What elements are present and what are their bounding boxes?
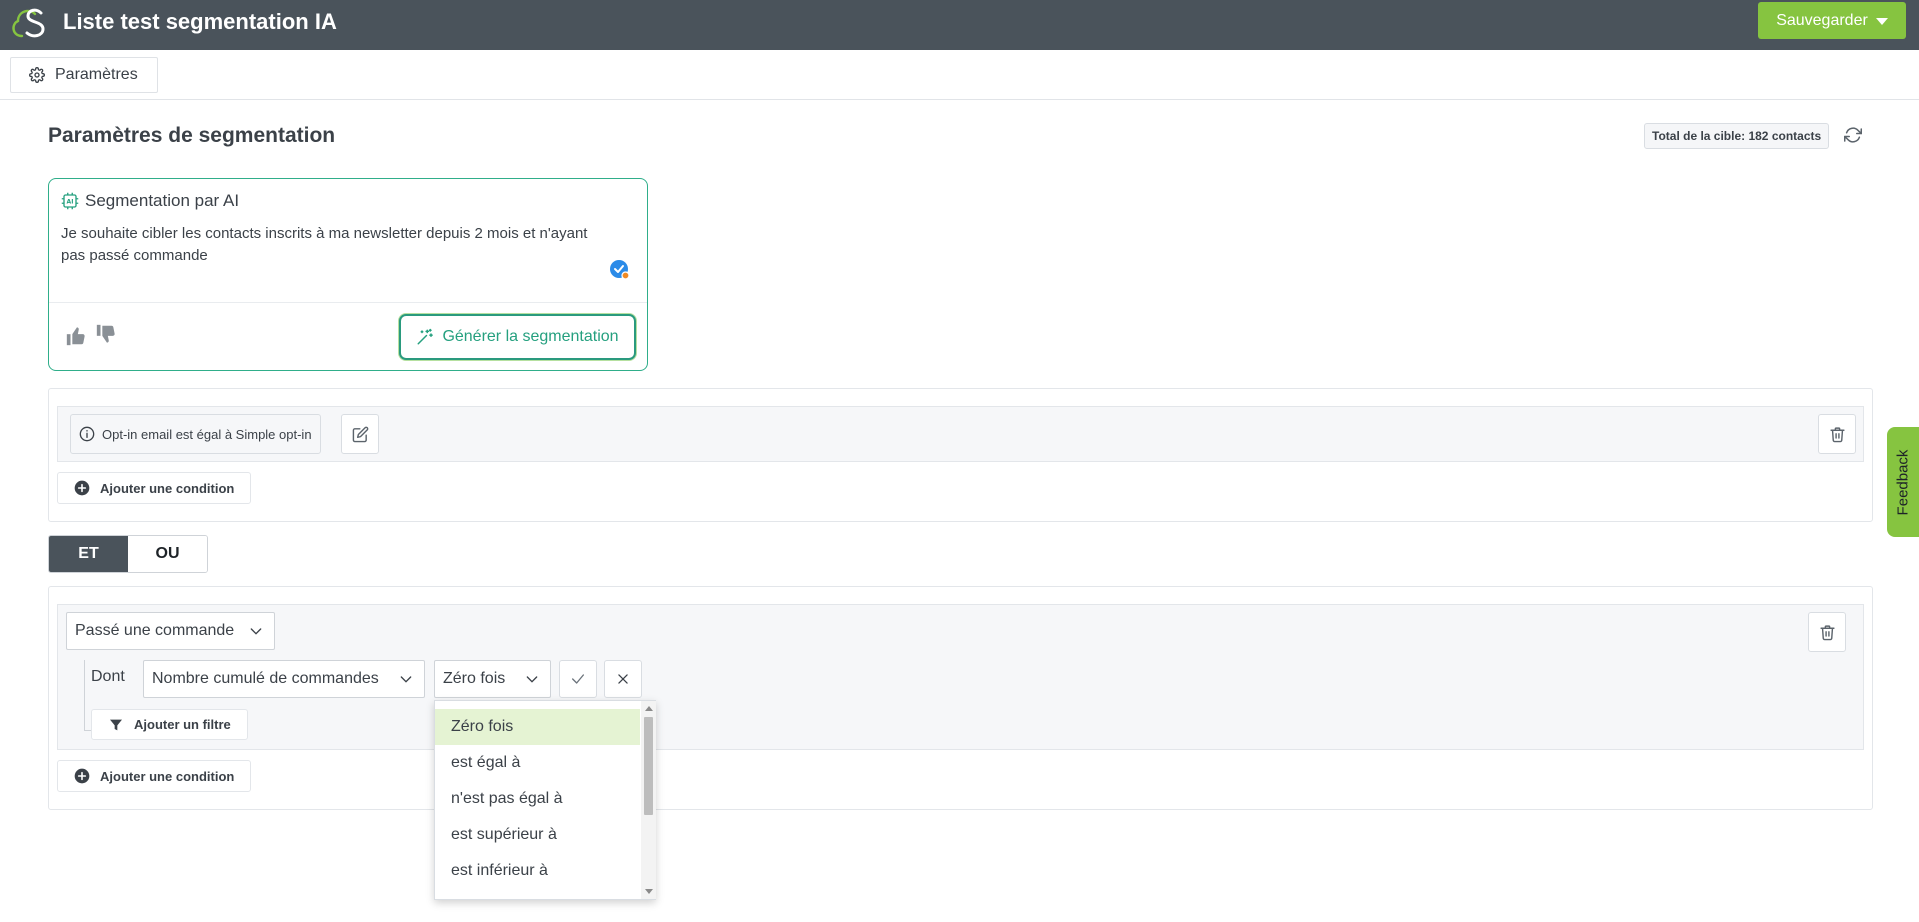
svg-text:AI: AI	[67, 199, 74, 206]
feedback-label: Feedback	[1894, 449, 1912, 515]
total-contacts-badge: Total de la cible: 182 contacts	[1644, 123, 1830, 149]
ai-card-heading: Segmentation par AI	[85, 191, 240, 210]
ai-chip-icon: AI	[61, 192, 79, 210]
info-icon	[79, 426, 95, 442]
confirm-filter-button[interactable]	[559, 660, 597, 698]
dropdown-option[interactable]: est supérieur à	[435, 817, 640, 853]
scroll-up-icon[interactable]	[645, 706, 653, 711]
trash-icon	[1819, 624, 1836, 641]
condition-group-1: Opt-in email est égal à Simple opt-in Aj…	[48, 388, 1873, 522]
grammar-check-icon[interactable]	[609, 259, 631, 281]
operator-dropdown-list[interactable]: Zéro fois est égal à n'est pas égal à es…	[434, 700, 656, 900]
add-condition-button-2[interactable]: Ajouter une condition	[57, 760, 252, 792]
filter-icon	[108, 717, 124, 733]
dropdown-option[interactable]: est égal à	[435, 745, 640, 781]
filter-field-select[interactable]: Nombre cumulé de commandes	[143, 660, 425, 698]
ai-card-header: AI Segmentation par AI	[61, 191, 239, 211]
dont-label: Dont	[91, 668, 125, 685]
plus-circle-icon	[74, 480, 90, 496]
gear-icon	[29, 67, 45, 83]
tab-label: Paramètres	[55, 66, 138, 83]
section-title: Paramètres de segmentation	[48, 124, 336, 147]
page-title: Liste test segmentation IA	[63, 9, 337, 34]
chevron-down-icon	[1875, 18, 1888, 25]
trash-icon	[1829, 426, 1846, 443]
tab-parametres[interactable]: Paramètres	[10, 57, 158, 93]
magic-wand-icon	[416, 328, 434, 346]
chevron-down-icon	[398, 671, 414, 687]
dropdown-scrollbar[interactable]	[641, 701, 656, 899]
top-bar: Liste test segmentation IA Sauvegarder	[0, 0, 1919, 50]
select-value: Zéro fois	[443, 670, 506, 687]
condition-chip-optin[interactable]: Opt-in email est égal à Simple opt-in	[70, 414, 321, 454]
cancel-filter-button[interactable]	[604, 660, 642, 698]
dropdown-option[interactable]: Zéro fois	[435, 709, 640, 745]
condition-group-2: Ajouter une condition	[48, 586, 1873, 810]
tab-bar: Paramètres	[0, 50, 1919, 100]
dropdown-option[interactable]: n'est pas égal à	[435, 781, 640, 817]
condition-chip-label: Opt-in email est égal à Simple opt-in	[102, 426, 312, 442]
save-button-label: Sauvegarder	[1776, 11, 1868, 29]
delete-condition-button-2[interactable]	[1808, 612, 1846, 652]
add-condition-label: Ajouter une condition	[100, 768, 235, 784]
feedback-tab[interactable]: Feedback	[1887, 427, 1919, 537]
logic-or-button[interactable]: OU	[128, 536, 207, 572]
ai-segmentation-card: AI Segmentation par AI Je souhaite cible…	[48, 178, 648, 371]
condition-type-select[interactable]: Passé une commande	[66, 612, 275, 650]
select-value: Nombre cumulé de commandes	[152, 670, 379, 687]
add-filter-button[interactable]: Ajouter un filtre	[91, 709, 248, 740]
save-button[interactable]: Sauvegarder	[1758, 2, 1906, 39]
chevron-down-icon	[524, 671, 540, 687]
logic-and-button[interactable]: ET	[49, 536, 128, 572]
app-logo-icon[interactable]	[8, 2, 50, 44]
plus-circle-icon	[74, 768, 90, 784]
scroll-down-icon[interactable]	[645, 889, 653, 894]
ai-card-divider	[49, 302, 647, 303]
add-condition-label: Ajouter une condition	[100, 480, 235, 496]
thumbs-up-icon[interactable]	[65, 325, 87, 347]
add-filter-label: Ajouter un filtre	[134, 717, 231, 732]
chevron-down-icon	[248, 623, 264, 639]
dropdown-option[interactable]: est inférieur à	[435, 853, 640, 889]
edit-icon	[352, 426, 369, 443]
generate-button-label: Générer la segmentation	[442, 328, 619, 345]
ai-prompt-textarea[interactable]: Je souhaite cibler les contacts inscrits…	[61, 223, 601, 267]
delete-condition-button[interactable]	[1818, 414, 1856, 454]
edit-condition-button[interactable]	[341, 414, 379, 454]
thumbs-down-icon[interactable]	[95, 323, 117, 345]
logic-toggle: ET OU	[48, 535, 208, 573]
select-value: Passé une commande	[75, 622, 235, 639]
check-icon	[570, 671, 586, 687]
generate-segmentation-button[interactable]: Générer la segmentation	[399, 314, 636, 360]
filter-operator-select[interactable]: Zéro fois	[434, 660, 551, 698]
condition-row-1: Opt-in email est égal à Simple opt-in	[57, 406, 1864, 462]
scrollbar-thumb[interactable]	[644, 717, 653, 815]
add-condition-button[interactable]: Ajouter une condition	[57, 472, 252, 504]
refresh-icon[interactable]	[1844, 126, 1862, 144]
close-icon	[616, 672, 630, 686]
